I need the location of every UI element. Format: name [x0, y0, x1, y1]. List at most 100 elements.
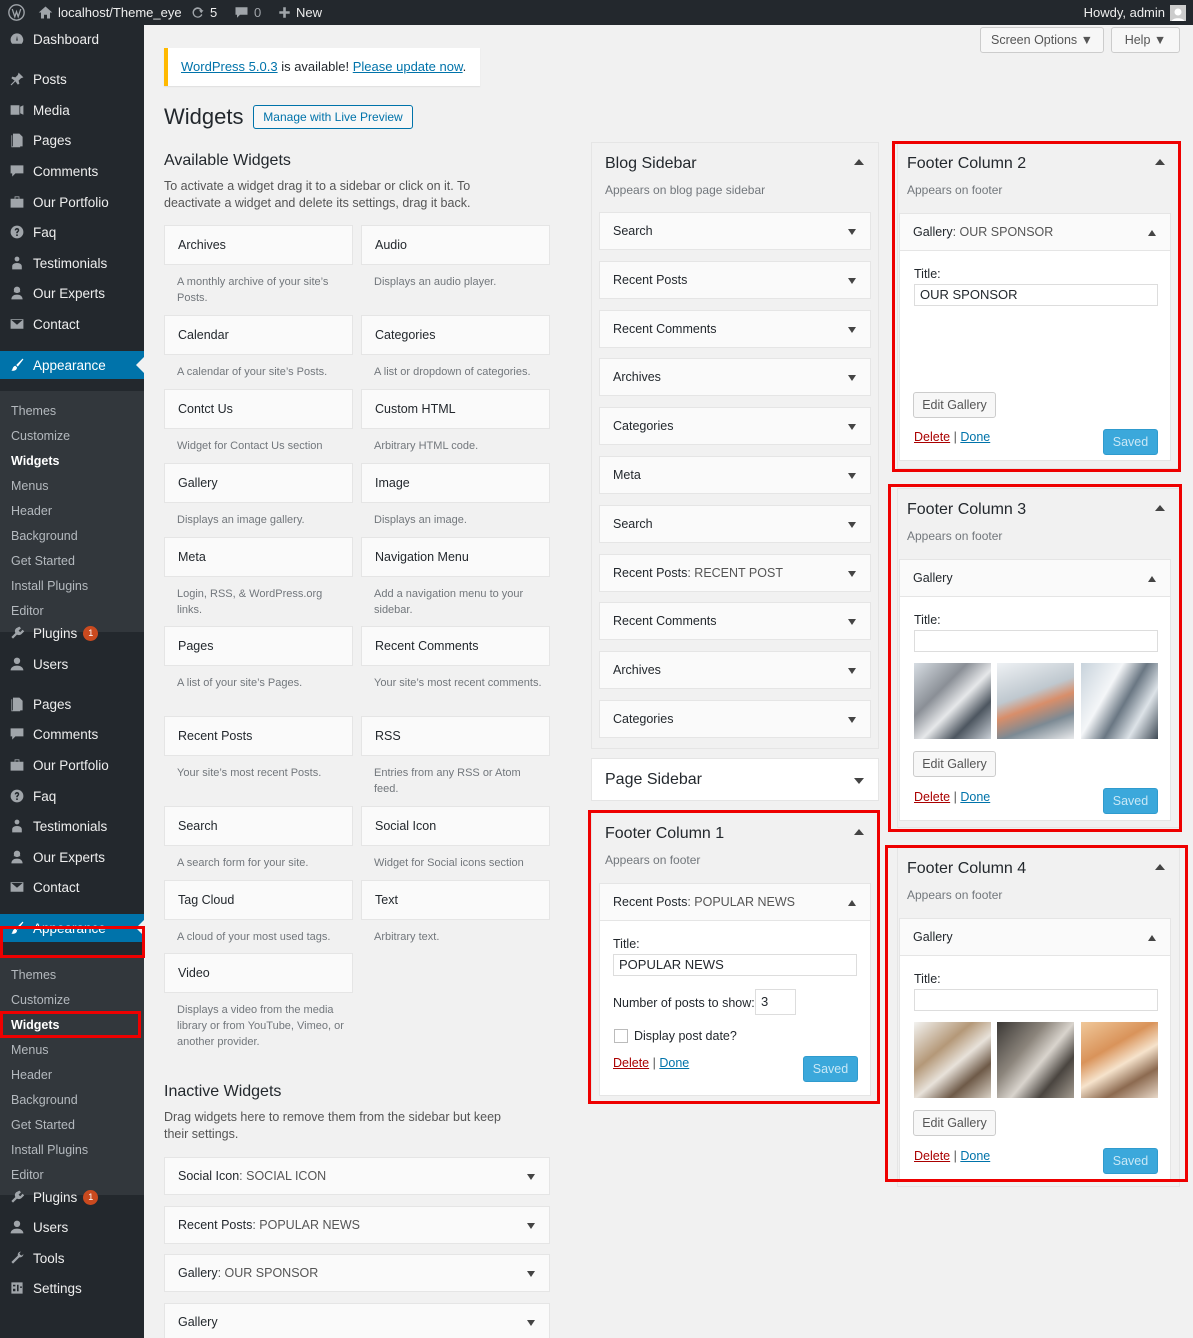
- menu-item-our-experts[interactable]: Our Experts: [0, 279, 144, 307]
- title-input[interactable]: [914, 630, 1158, 652]
- available-widget[interactable]: Categories: [361, 315, 550, 355]
- widget-row[interactable]: Recent Comments: [599, 309, 871, 348]
- widget-row[interactable]: Archives: [599, 358, 871, 397]
- menu-item-pages[interactable]: Pages: [0, 126, 144, 154]
- saved-button[interactable]: Saved: [1103, 788, 1158, 814]
- available-widget[interactable]: Recent Comments: [361, 626, 550, 666]
- widget-row[interactable]: Categories: [599, 700, 871, 738]
- menu-item-testimonials[interactable]: Testimonials: [0, 249, 144, 277]
- widget-row[interactable]: Gallery: OUR SPONSOR: [164, 1254, 550, 1293]
- available-widget[interactable]: Pages: [164, 626, 353, 666]
- menu-item-media[interactable]: Media: [0, 96, 144, 124]
- submenu-item-widgets[interactable]: Widgets: [11, 452, 60, 470]
- menu-item-comments[interactable]: Comments: [0, 720, 144, 748]
- submenu-item-themes[interactable]: Themes: [11, 402, 56, 420]
- submenu-item-background[interactable]: Background: [11, 527, 78, 545]
- submenu-item-menus[interactable]: Menus: [11, 477, 49, 495]
- submenu-item-header[interactable]: Header: [11, 1066, 52, 1084]
- menu-item-users[interactable]: Users: [0, 1213, 144, 1241]
- wordpress-logo-icon[interactable]: [8, 0, 25, 25]
- delete-link[interactable]: Delete: [914, 790, 950, 804]
- widget-row[interactable]: Search: [599, 212, 871, 250]
- available-widget[interactable]: Custom HTML: [361, 389, 550, 429]
- comments-link[interactable]: 0: [234, 0, 261, 25]
- menu-item-dashboard[interactable]: Dashboard: [0, 25, 144, 53]
- available-widget[interactable]: Tag Cloud: [164, 880, 353, 920]
- expand-arrow-icon[interactable]: [848, 229, 856, 235]
- widget-row[interactable]: Meta: [599, 456, 871, 494]
- widget-gallery[interactable]: Gallery: [899, 559, 1171, 597]
- submenu-item-get-started[interactable]: Get Started: [11, 1116, 75, 1134]
- widget-row[interactable]: Social Icon: SOCIAL ICON: [164, 1157, 550, 1195]
- widget-row[interactable]: Search: [599, 504, 871, 543]
- collapse-arrow-icon[interactable]: [1148, 576, 1156, 582]
- saved-button[interactable]: Saved: [803, 1056, 858, 1082]
- widget-row[interactable]: Recent Posts: RECENT POST: [599, 553, 871, 592]
- delete-link[interactable]: Delete: [914, 430, 950, 444]
- widget-row[interactable]: Recent Posts: POPULAR NEWS: [164, 1205, 550, 1244]
- menu-item-appearance[interactable]: Appearance: [0, 351, 144, 379]
- update-now-link[interactable]: Please update now: [353, 59, 463, 74]
- menu-item-contact[interactable]: Contact: [0, 873, 144, 901]
- expand-arrow-icon[interactable]: [848, 326, 856, 333]
- collapse-arrow-icon[interactable]: [1155, 864, 1165, 870]
- site-name-link[interactable]: localhost/Theme_eye: [38, 0, 182, 25]
- available-widget[interactable]: Text: [361, 880, 550, 920]
- submenu-item-customize[interactable]: Customize: [11, 427, 70, 445]
- expand-arrow-icon[interactable]: [848, 473, 856, 479]
- menu-item-tools[interactable]: Tools: [0, 1244, 144, 1272]
- menu-item-our-portfolio[interactable]: Our Portfolio: [0, 751, 144, 779]
- collapse-arrow-icon[interactable]: [1155, 505, 1165, 511]
- menu-item-plugins[interactable]: Plugins 1: [0, 1183, 144, 1211]
- done-link[interactable]: Done: [960, 790, 990, 804]
- title-input[interactable]: [914, 989, 1158, 1011]
- gallery-thumbnail-laptop[interactable]: [997, 1022, 1074, 1098]
- available-widget[interactable]: RSS: [361, 716, 550, 756]
- screen-options-button[interactable]: Screen Options ▼: [980, 27, 1104, 53]
- available-widget[interactable]: Social Icon: [361, 806, 550, 846]
- menu-item-plugins[interactable]: Plugins 1: [0, 619, 144, 647]
- available-widget[interactable]: Archives: [164, 225, 353, 265]
- gallery-thumbnail-teamwork[interactable]: [914, 663, 991, 739]
- num-posts-input[interactable]: 3: [755, 989, 796, 1015]
- gallery-thumbnail-handshake[interactable]: [1081, 1022, 1158, 1098]
- gallery-thumbnail-meeting[interactable]: [997, 663, 1074, 739]
- edit-gallery-button[interactable]: Edit Gallery: [913, 392, 996, 418]
- widget-row[interactable]: Gallery: [164, 1303, 550, 1338]
- collapse-arrow-icon[interactable]: [1148, 935, 1156, 941]
- menu-item-pages[interactable]: Pages: [0, 690, 144, 718]
- submenu-item-editor[interactable]: Editor: [11, 1166, 44, 1184]
- expand-arrow-icon[interactable]: [527, 1271, 535, 1278]
- available-widget[interactable]: Calendar: [164, 315, 353, 355]
- saved-button[interactable]: Saved: [1103, 1148, 1158, 1174]
- menu-item-our-portfolio[interactable]: Our Portfolio: [0, 188, 144, 216]
- wordpress-version-link[interactable]: WordPress 5.0.3: [181, 59, 278, 74]
- menu-item-our-experts[interactable]: Our Experts: [0, 843, 144, 871]
- expand-arrow-icon[interactable]: [848, 717, 856, 723]
- title-input[interactable]: OUR SPONSOR: [914, 284, 1158, 306]
- available-widget[interactable]: Search: [164, 806, 353, 846]
- delete-link[interactable]: Delete: [914, 1149, 950, 1163]
- expand-arrow-icon[interactable]: [848, 570, 856, 577]
- menu-item-settings[interactable]: Settings: [0, 1274, 144, 1302]
- menu-item-comments[interactable]: Comments: [0, 157, 144, 185]
- saved-button[interactable]: Saved: [1103, 429, 1158, 455]
- available-widget[interactable]: Video: [164, 953, 353, 993]
- widget-row[interactable]: Recent Posts: [599, 260, 871, 299]
- available-widget[interactable]: Recent Posts: [164, 716, 353, 756]
- menu-item-posts[interactable]: Posts: [0, 65, 144, 93]
- widget-row[interactable]: Archives: [599, 651, 871, 690]
- expand-arrow-icon[interactable]: [848, 424, 856, 431]
- submenu-item-editor[interactable]: Editor: [11, 602, 44, 620]
- manage-live-preview-button[interactable]: Manage with Live Preview: [253, 105, 413, 129]
- done-link[interactable]: Done: [659, 1056, 689, 1070]
- expand-arrow-icon[interactable]: [527, 1320, 535, 1327]
- new-content-link[interactable]: New: [278, 0, 322, 25]
- submenu-item-menus[interactable]: Menus: [11, 1041, 49, 1059]
- edit-gallery-button[interactable]: Edit Gallery: [913, 1110, 996, 1136]
- collapse-arrow-icon[interactable]: [854, 159, 864, 165]
- menu-item-contact[interactable]: Contact: [0, 310, 144, 338]
- expand-arrow-icon[interactable]: [848, 668, 856, 675]
- collapse-arrow-icon[interactable]: [1155, 159, 1165, 165]
- page-sidebar-panel[interactable]: Page Sidebar: [591, 758, 879, 801]
